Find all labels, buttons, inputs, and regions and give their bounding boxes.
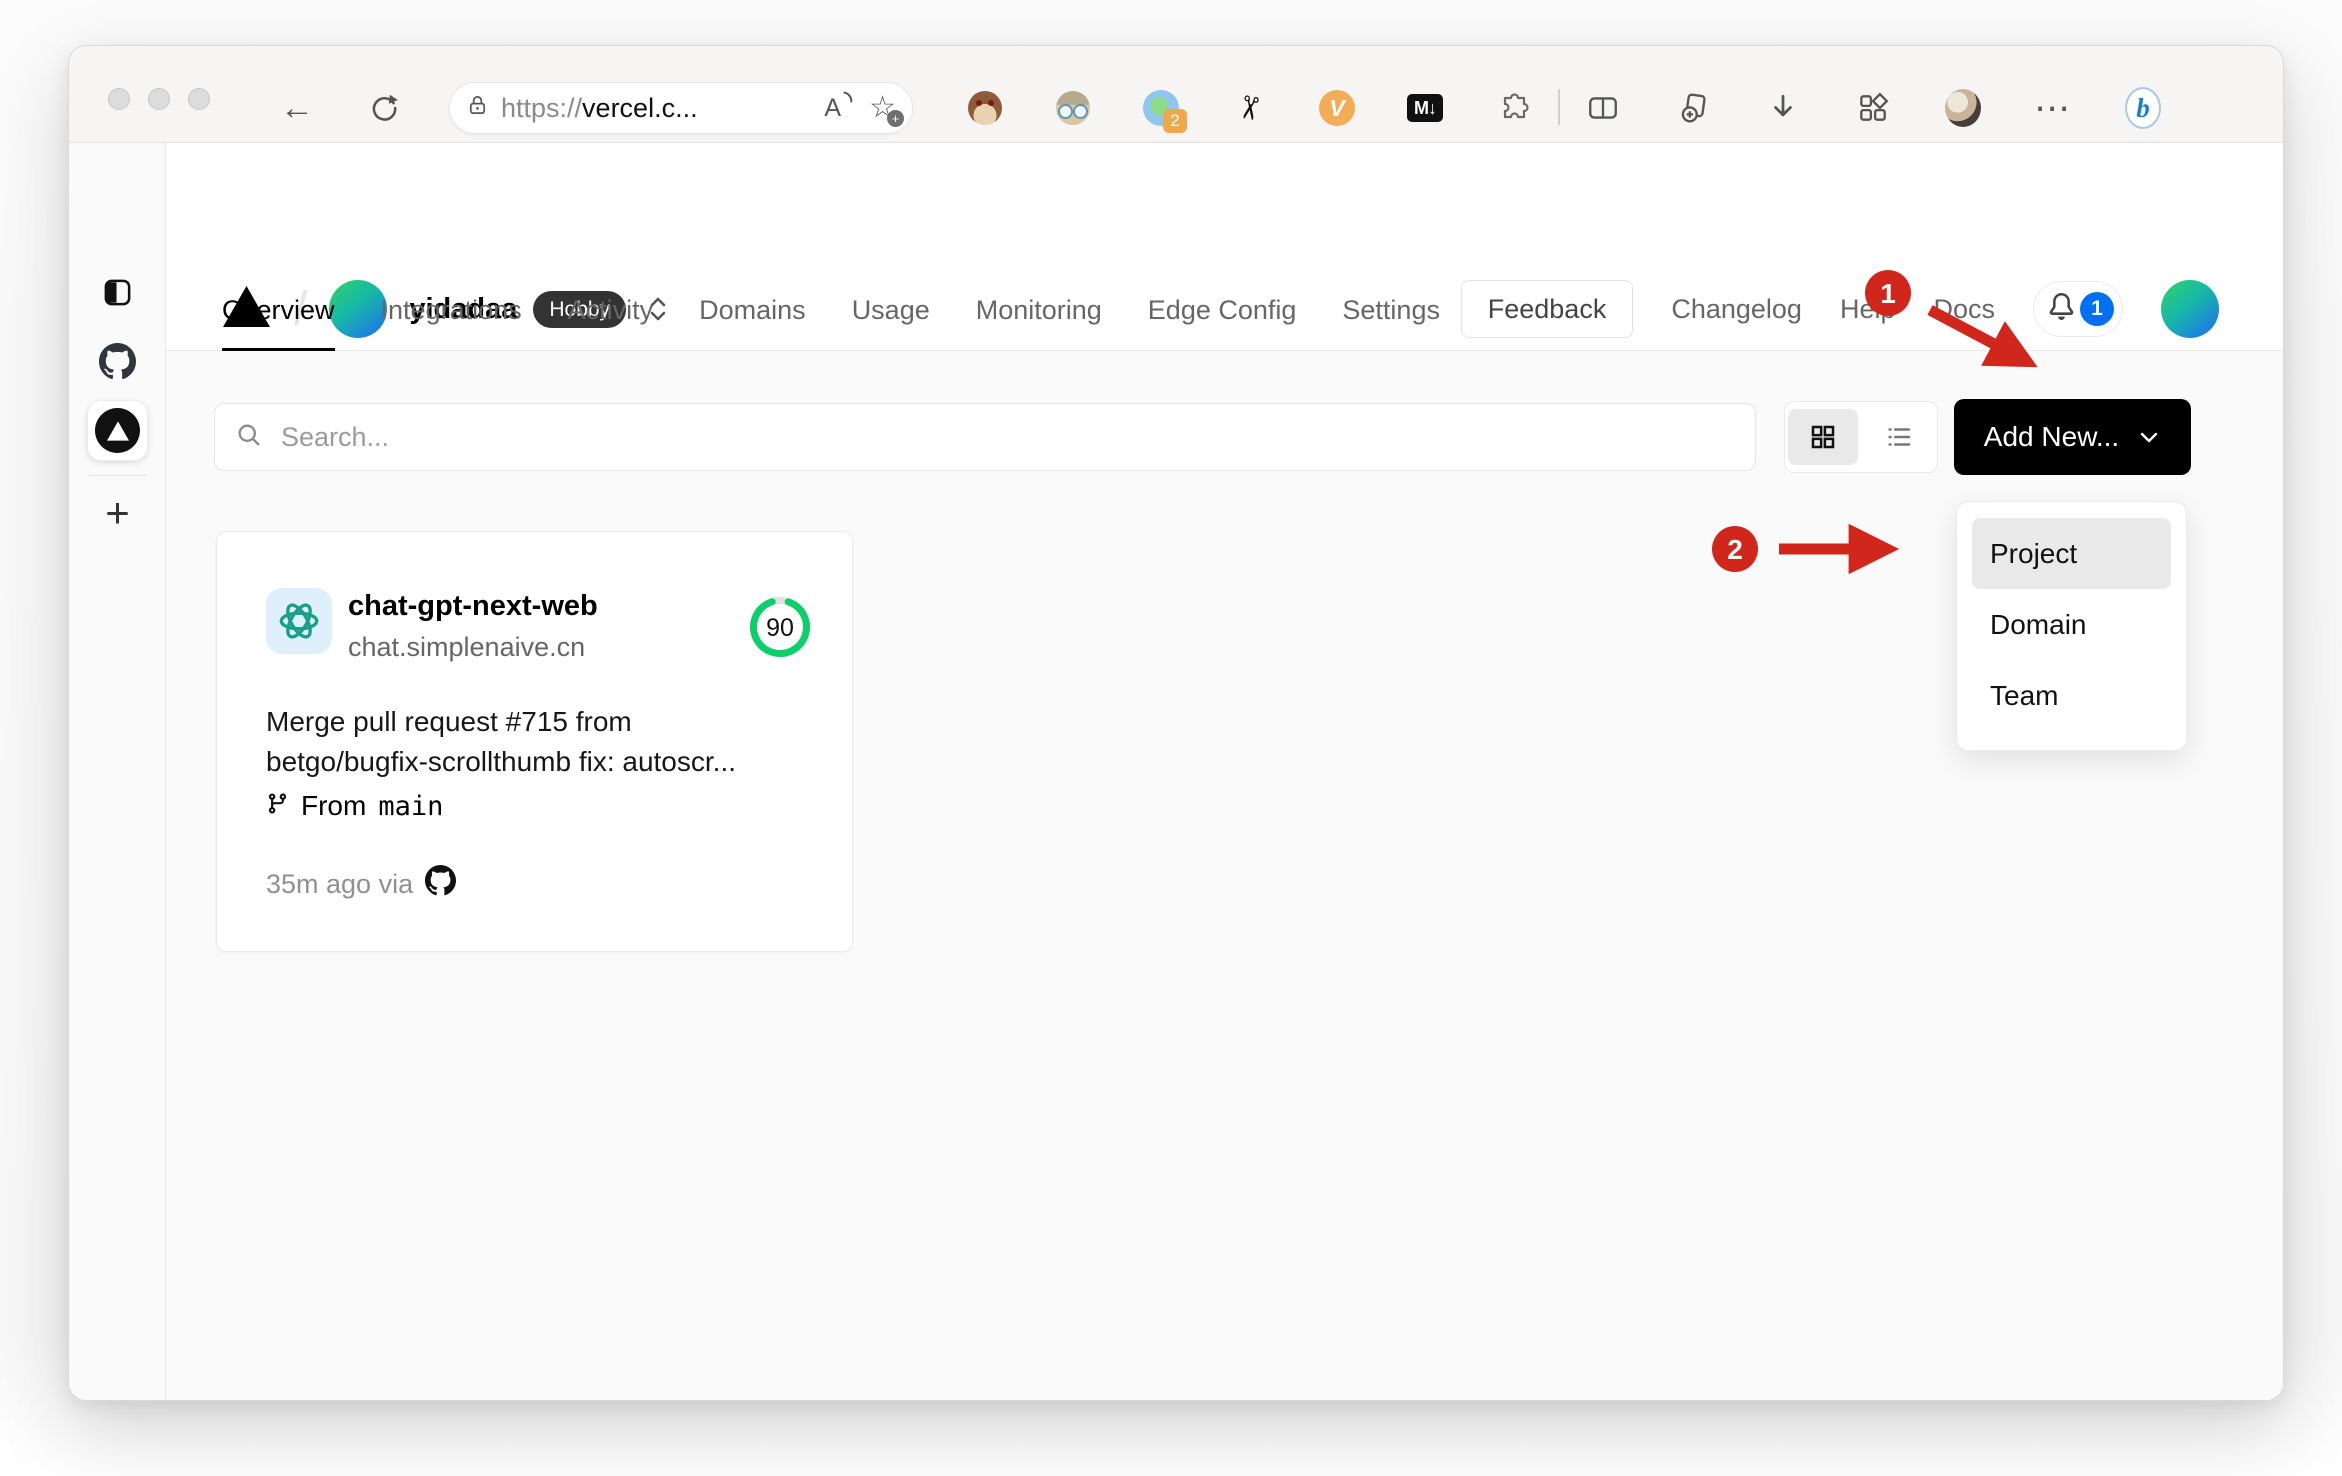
minimize-window-button[interactable] bbox=[148, 88, 170, 110]
notification-count-badge: 1 bbox=[2080, 292, 2114, 326]
header-actions: Feedback Changelog Help Docs 1 bbox=[1460, 280, 2219, 338]
extension-icons: 2 ✂ V M↓ bbox=[967, 86, 1531, 133]
browser-window: ← https://vercel.c... A ☆ + 2 ✂ V M↓ ⋯ b… bbox=[68, 45, 2284, 1401]
tab-settings[interactable]: Settings bbox=[1342, 295, 1440, 351]
url-host: vercel.c... bbox=[582, 92, 698, 123]
chevron-down-icon bbox=[2141, 432, 2158, 443]
video-helper-extension-icon[interactable]: V bbox=[1319, 90, 1355, 126]
refresh-icon[interactable] bbox=[362, 86, 406, 130]
grid-view-button[interactable] bbox=[1788, 409, 1858, 465]
view-toggle bbox=[1784, 401, 1938, 473]
changelog-link[interactable]: Changelog bbox=[1671, 294, 1802, 325]
feedback-button[interactable]: Feedback bbox=[1460, 280, 1634, 338]
toolbar-divider bbox=[1558, 89, 1560, 125]
add-new-dropdown: Project Domain Team bbox=[1956, 501, 2187, 751]
sidebar-vercel-app-active[interactable] bbox=[87, 400, 148, 461]
add-favorite-plus-icon: + bbox=[887, 110, 904, 127]
bing-chat-icon[interactable]: b bbox=[2125, 87, 2161, 129]
tab-monitoring[interactable]: Monitoring bbox=[976, 295, 1102, 351]
read-aloud-icon[interactable]: A bbox=[824, 90, 854, 123]
url-text: https://vercel.c... bbox=[501, 93, 698, 124]
profile-avatar[interactable] bbox=[1945, 89, 1981, 127]
branch-name[interactable]: main bbox=[378, 791, 443, 822]
collections-icon[interactable] bbox=[1675, 90, 1711, 126]
favorite-star-icon[interactable]: ☆ + bbox=[869, 93, 904, 127]
search-icon bbox=[235, 421, 263, 454]
score-value: 90 bbox=[766, 614, 794, 642]
project-title[interactable]: chat-gpt-next-web bbox=[348, 590, 598, 623]
vercel-circle-icon bbox=[95, 408, 140, 453]
clipper-extension-icon[interactable]: ✂ bbox=[1228, 90, 1270, 126]
dashboard-content: Add New... Project Domain Team bbox=[166, 351, 2283, 1400]
branch-row: From main bbox=[266, 790, 443, 822]
downloads-icon[interactable] bbox=[1765, 90, 1801, 126]
dashboard-header: / yidadaa Hobby Feedback Changelog Help … bbox=[166, 143, 2283, 351]
dropdown-item-team[interactable]: Team bbox=[1972, 660, 2171, 731]
add-new-button[interactable]: Add New... bbox=[1954, 399, 2191, 475]
toolbar-right-icons: ⋯ b bbox=[1585, 86, 2161, 130]
tab-integrations[interactable]: Integrations bbox=[381, 295, 522, 351]
apps-launcher-icon[interactable] bbox=[1855, 90, 1891, 126]
help-link[interactable]: Help bbox=[1840, 294, 1896, 325]
zoom-window-button[interactable] bbox=[188, 88, 210, 110]
tab-suspender-extension-icon[interactable]: 2 bbox=[1143, 90, 1187, 133]
project-card[interactable]: chat-gpt-next-web chat.simplenaive.cn 90… bbox=[216, 531, 853, 952]
project-search[interactable] bbox=[214, 403, 1756, 471]
address-bar-actions: A ☆ + bbox=[824, 90, 904, 127]
tab-edge-config[interactable]: Edge Config bbox=[1148, 295, 1297, 351]
user-avatar[interactable] bbox=[2161, 280, 2219, 338]
tampermonkey-extension-icon[interactable] bbox=[967, 90, 1003, 126]
browser-toolbar: ← https://vercel.c... A ☆ + 2 ✂ V M↓ ⋯ b bbox=[69, 46, 2283, 143]
deploy-time: 35m ago via bbox=[266, 868, 414, 899]
desktop: ← https://vercel.c... A ☆ + 2 ✂ V M↓ ⋯ b… bbox=[0, 0, 2342, 1476]
add-new-label: Add New... bbox=[1983, 421, 2120, 452]
url-scheme: https:// bbox=[501, 92, 583, 123]
dropdown-item-project[interactable]: Project bbox=[1972, 518, 2171, 589]
openai-logo-icon bbox=[266, 588, 332, 654]
deploy-meta: 35m ago via bbox=[266, 865, 457, 903]
project-domain[interactable]: chat.simplenaive.cn bbox=[348, 632, 585, 663]
back-icon[interactable]: ← bbox=[275, 86, 319, 130]
more-menu-icon[interactable]: ⋯ bbox=[2034, 87, 2071, 128]
sidebar-github-icon[interactable] bbox=[69, 343, 166, 380]
tab-usage[interactable]: Usage bbox=[852, 295, 930, 351]
sidebar-add-icon[interactable]: + bbox=[69, 489, 166, 537]
extensions-puzzle-icon[interactable] bbox=[1495, 90, 1531, 126]
docs-link[interactable]: Docs bbox=[1933, 294, 1995, 325]
extension-badge: 2 bbox=[1163, 109, 1187, 133]
sidebar-panel-icon[interactable] bbox=[69, 277, 166, 308]
split-screen-icon[interactable] bbox=[1585, 90, 1621, 126]
search-input[interactable] bbox=[279, 420, 1735, 454]
git-branch-icon bbox=[266, 790, 289, 822]
avatar-extension-icon[interactable] bbox=[1055, 90, 1091, 126]
tab-activity[interactable]: Activity bbox=[568, 295, 654, 351]
dashboard-tabs: Overview Integrations Activity Domains U… bbox=[222, 295, 1440, 351]
vercel-dashboard: / yidadaa Hobby Feedback Changelog Help … bbox=[166, 143, 2283, 1400]
tab-overview[interactable]: Overview bbox=[222, 295, 335, 351]
commit-message[interactable]: Merge pull request #715 from betgo/bugfix… bbox=[266, 702, 806, 782]
github-icon bbox=[425, 865, 457, 903]
bell-icon bbox=[2048, 293, 2075, 325]
list-view-button[interactable] bbox=[1864, 409, 1934, 465]
sidebar-divider bbox=[89, 475, 146, 476]
markdown-download-extension-icon[interactable]: M↓ bbox=[1407, 90, 1443, 126]
address-bar[interactable]: https://vercel.c... A ☆ + bbox=[449, 82, 913, 134]
tab-domains[interactable]: Domains bbox=[699, 295, 806, 351]
notifications-button[interactable]: 1 bbox=[2033, 281, 2123, 337]
lock-icon bbox=[466, 94, 489, 122]
close-window-button[interactable] bbox=[108, 88, 130, 110]
from-label: From bbox=[301, 790, 367, 821]
edge-sidebar: + bbox=[69, 143, 166, 1400]
analytics-score-ring[interactable]: 90 bbox=[747, 594, 813, 660]
window-controls bbox=[108, 88, 210, 110]
dropdown-item-domain[interactable]: Domain bbox=[1972, 589, 2171, 660]
